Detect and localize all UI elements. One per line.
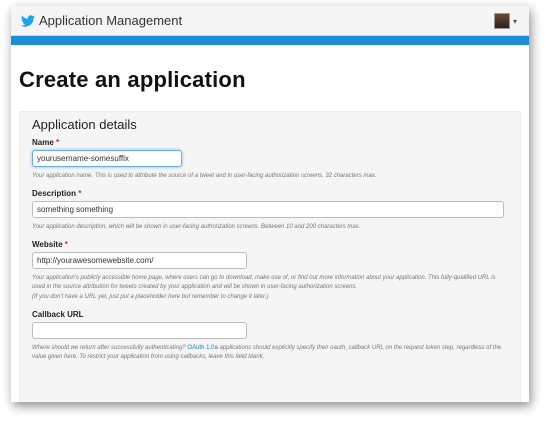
- user-menu[interactable]: ▾: [493, 13, 517, 29]
- website-label: Website *: [32, 240, 508, 249]
- description-label-text: Description: [32, 189, 77, 198]
- website-help: Your application's publicly accessible h…: [32, 275, 496, 290]
- website-label-text: Website: [32, 240, 63, 249]
- page-title: Create an application: [19, 67, 246, 92]
- name-input[interactable]: yourusername-somesuffix: [32, 150, 182, 167]
- application-details-panel: Application details Name * yourusername-…: [19, 111, 521, 402]
- callback-label: Callback URL: [32, 310, 84, 319]
- oauth-link[interactable]: OAuth 1.0a: [187, 345, 217, 351]
- name-field-group: Name * yourusername-somesuffix Your appl…: [32, 138, 508, 181]
- name-label-text: Name: [32, 138, 54, 147]
- description-help: Your application description, which will…: [32, 224, 361, 230]
- description-input[interactable]: something something: [32, 201, 504, 218]
- callback-help: Where should we return after successfull…: [32, 344, 508, 362]
- website-input[interactable]: http://yourawesomewebsite.com/: [32, 252, 247, 269]
- description-label: Description *: [32, 189, 508, 198]
- name-label: Name *: [32, 138, 508, 147]
- top-navbar: Application Management ▾: [11, 6, 529, 36]
- required-mark: *: [64, 240, 68, 249]
- avatar: [493, 13, 510, 29]
- twitter-bird-icon: [21, 14, 35, 27]
- app-title: Application Management: [39, 13, 183, 28]
- description-field-group: Description * something something Your a…: [32, 189, 508, 232]
- callback-help-before: Where should we return after successfull…: [32, 345, 186, 351]
- required-mark: *: [56, 138, 60, 147]
- callback-url-input[interactable]: [32, 322, 247, 339]
- chevron-down-icon: ▾: [512, 16, 517, 26]
- required-mark: *: [78, 189, 82, 198]
- panel-title: Application details: [32, 117, 137, 132]
- browser-window: Application Management ▾ Create an appli…: [11, 6, 529, 402]
- website-help-note: (If you don't have a URL yet, just put a…: [32, 294, 269, 300]
- brand[interactable]: Application Management: [21, 13, 182, 28]
- main-content: Create an application Application detail…: [11, 67, 529, 402]
- website-field-group: Website * http://yourawesomewebsite.com/…: [32, 240, 508, 302]
- callback-field-group: Callback URL Where should we return afte…: [32, 310, 508, 362]
- name-help: Your application name. This is used to a…: [32, 173, 377, 179]
- accent-bar: [11, 36, 529, 45]
